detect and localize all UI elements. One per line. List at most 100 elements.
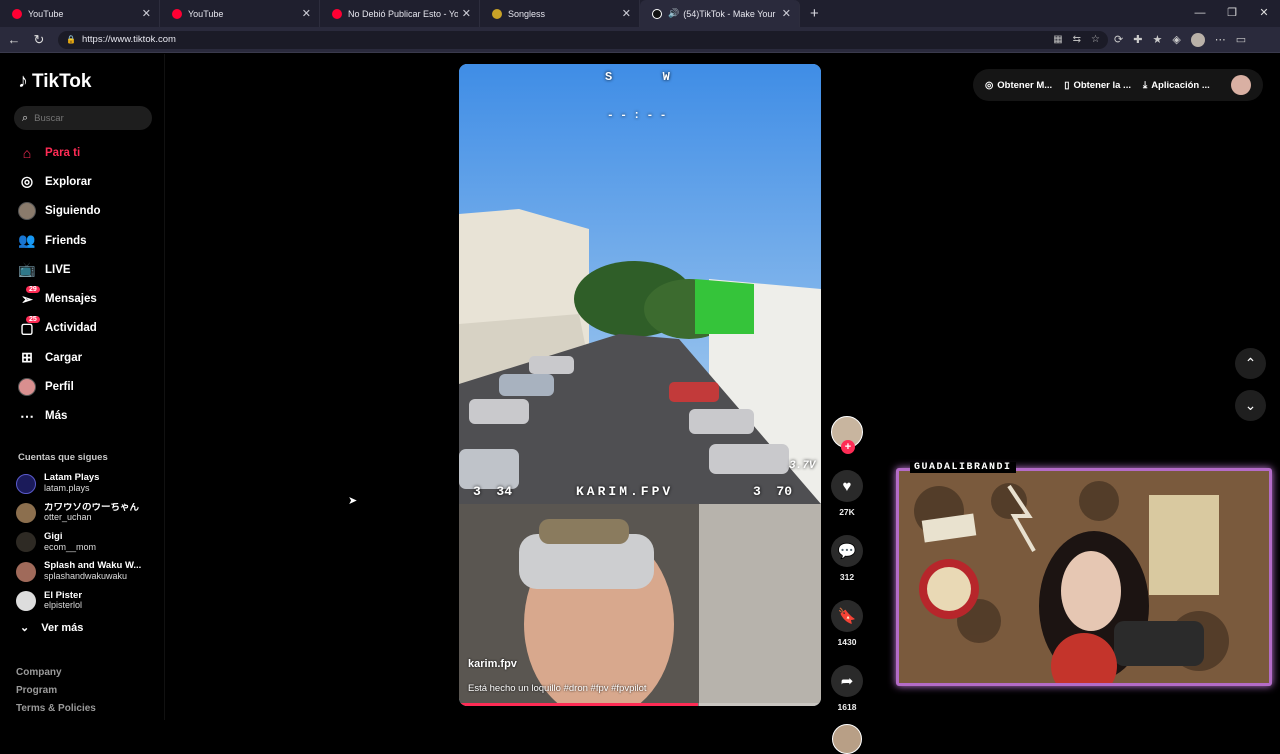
nav-item-explorar[interactable]: ◎ Explorar <box>0 167 165 196</box>
restore-icon[interactable]: ❐ <box>1216 0 1248 27</box>
translate-icon[interactable]: ⇆ <box>1073 34 1081 45</box>
user-avatar[interactable] <box>1231 75 1251 95</box>
heart-icon[interactable]: ♥ <box>831 470 863 502</box>
profile-avatar-icon <box>18 378 36 397</box>
minimize-icon[interactable]: — <box>1184 0 1216 27</box>
friends-icon: 👥 <box>18 232 36 249</box>
more-icon: ⋯ <box>20 407 34 424</box>
window-controls: — ❐ ✕ <box>1184 0 1280 27</box>
video-player[interactable]: S W - - : - - 3.7V 3 34 KARIM.FPV 3 70 k… <box>459 64 821 706</box>
coin-icon: ◎ <box>985 79 994 91</box>
refresh-icon[interactable]: ↻ <box>28 32 50 48</box>
nav-item-cargar[interactable]: ⊞ Cargar <box>0 343 165 372</box>
save-action[interactable]: 🔖 1430 <box>829 600 865 647</box>
nav-item-mensajes[interactable]: ➢ 29 Mensajes <box>0 284 165 313</box>
footer-link[interactable]: Company <box>16 664 96 682</box>
favorites-icon[interactable]: ★ <box>1152 33 1162 46</box>
nav-label: Friends <box>45 234 87 247</box>
browser-tab[interactable]: YouTube ✕ <box>0 0 160 27</box>
next-video-button[interactable]: ⌄ <box>1235 390 1266 421</box>
browser-tab[interactable]: YouTube ✕ <box>160 0 320 27</box>
comment-count: 312 <box>839 572 855 582</box>
search-box[interactable]: ⌕ <box>14 106 152 130</box>
close-icon[interactable]: ✕ <box>142 7 151 20</box>
sidebar-toggle-icon[interactable]: ▭ <box>1236 33 1246 46</box>
browser-tab[interactable]: No Debió Publicar Esto - YouTube ✕ <box>320 0 480 27</box>
download-icon: ⤓ <box>1142 79 1148 91</box>
account-user: elpisterlol <box>44 600 83 611</box>
see-more-button[interactable]: ⌄ Ver más <box>20 621 83 635</box>
video-author[interactable]: karim.fpv <box>468 658 517 670</box>
nav-item-siguiendo[interactable]: Siguiendo <box>0 197 165 226</box>
account-user: ecom__mom <box>44 541 97 552</box>
video-progress-bar[interactable] <box>459 703 821 706</box>
footer-link[interactable]: Program <box>16 682 96 700</box>
list-item[interactable]: カワウソのウーちゃん otter_uchan <box>16 498 156 527</box>
browser-tab-active[interactable]: 🔊 (54)TikTok - Make Your Day ✕ <box>640 0 800 27</box>
list-item[interactable]: Latam Plays latam.plays <box>16 469 156 498</box>
close-icon[interactable]: ✕ <box>302 7 311 20</box>
list-item[interactable]: El Pister elpisterlol <box>16 586 156 615</box>
avatar <box>16 590 36 611</box>
close-icon[interactable]: ✕ <box>622 7 631 20</box>
sidebar: ♪ TikTok ⌕ ⌂ Para ti ◎ Explorar Siguiend… <box>0 54 165 720</box>
profile-avatar[interactable] <box>1190 32 1205 47</box>
previous-video-button[interactable]: ⌃ <box>1235 348 1266 379</box>
close-icon[interactable]: ✕ <box>462 7 471 20</box>
speaker-icon[interactable]: 🔊 <box>668 8 679 19</box>
nav-item-para-ti[interactable]: ⌂ Para ti <box>0 138 165 167</box>
avatar <box>16 502 36 523</box>
share-icon[interactable]: ➦ <box>831 665 863 697</box>
nav-label: Actividad <box>45 322 97 335</box>
nav-label: Mensajes <box>45 293 97 306</box>
url-text: https://www.tiktok.com <box>81 34 176 45</box>
shield-icon[interactable]: ◈ <box>1172 33 1180 46</box>
account-user: otter_uchan <box>44 512 92 523</box>
apps-icon[interactable]: ▦ <box>1053 34 1062 45</box>
get-app-button[interactable]: ▯ Obtener la ... <box>1064 80 1131 91</box>
share-action[interactable]: ➦ 1618 <box>829 665 865 712</box>
music-avatar[interactable] <box>832 724 862 754</box>
more-menu-icon[interactable]: ⋯ <box>1215 33 1226 46</box>
hud-right-number: 3 70 <box>753 484 793 499</box>
youtube-favicon-icon <box>12 8 22 19</box>
phone-icon: ▯ <box>1064 79 1070 91</box>
nav-item-actividad[interactable]: ▢ 25 Actividad <box>0 314 165 343</box>
search-input[interactable] <box>34 112 135 124</box>
comment-icon[interactable]: 💬 <box>831 535 863 567</box>
webcam-frame <box>896 468 1272 699</box>
tab-title: (54)TikTok - Make Your Day <box>683 8 778 19</box>
like-action[interactable]: ♥ 27K <box>829 470 865 517</box>
url-field[interactable]: 🔒 https://www.tiktok.com ▦ ⇆ ☆ <box>58 30 1108 49</box>
close-icon[interactable]: ✕ <box>782 7 791 20</box>
nav-item-perfil[interactable]: Perfil <box>0 372 165 401</box>
favorite-star-icon[interactable]: ☆ <box>1091 34 1100 45</box>
home-icon: ⌂ <box>22 144 32 161</box>
sync-icon[interactable]: ⟳ <box>1114 33 1123 46</box>
list-item[interactable]: Splash and Waku W... splashandwakuwaku <box>16 557 156 586</box>
get-coins-button[interactable]: ◎ Obtener M... <box>985 80 1052 91</box>
action-column: + ♥ 27K 💬 312 🔖 1430 ➦ 1618 <box>829 416 865 754</box>
new-tab-icon[interactable]: + <box>810 5 819 22</box>
close-window-icon[interactable]: ✕ <box>1248 0 1280 27</box>
list-item[interactable]: Gigi ecom__mom <box>16 528 156 557</box>
footer-link[interactable]: Terms & Policies <box>16 700 96 718</box>
video-description: Está hecho un loquillo #dron #fpv #fpvpi… <box>468 683 647 694</box>
author-avatar[interactable]: + <box>831 416 863 454</box>
button-label: Aplicación ... <box>1151 79 1210 91</box>
tiktok-logo[interactable]: ♪ TikTok <box>18 70 91 93</box>
desktop-app-button[interactable]: ⤓ Aplicación ... <box>1143 80 1210 91</box>
extensions-icon[interactable]: ✚ <box>1133 33 1142 46</box>
nav-item-mas[interactable]: ⋯ Más <box>0 402 165 431</box>
comment-action[interactable]: 💬 312 <box>829 535 865 582</box>
bookmark-icon[interactable]: 🔖 <box>831 600 863 632</box>
follow-plus-icon[interactable]: + <box>841 440 855 454</box>
avatar <box>16 473 36 494</box>
back-icon[interactable]: ← <box>3 32 25 47</box>
nav-item-live[interactable]: 📺 LIVE <box>0 255 165 284</box>
browser-tab[interactable]: Songless ✕ <box>480 0 640 27</box>
nav-item-friends[interactable]: 👥 Friends <box>0 226 165 255</box>
browser-toolbar: ⟳ ✚ ★ ◈ ⋯ ▭ <box>1114 32 1246 47</box>
live-tv-icon: 📺 <box>18 261 36 278</box>
webcam-overlay: GUADALIBRANDI <box>896 460 1272 699</box>
